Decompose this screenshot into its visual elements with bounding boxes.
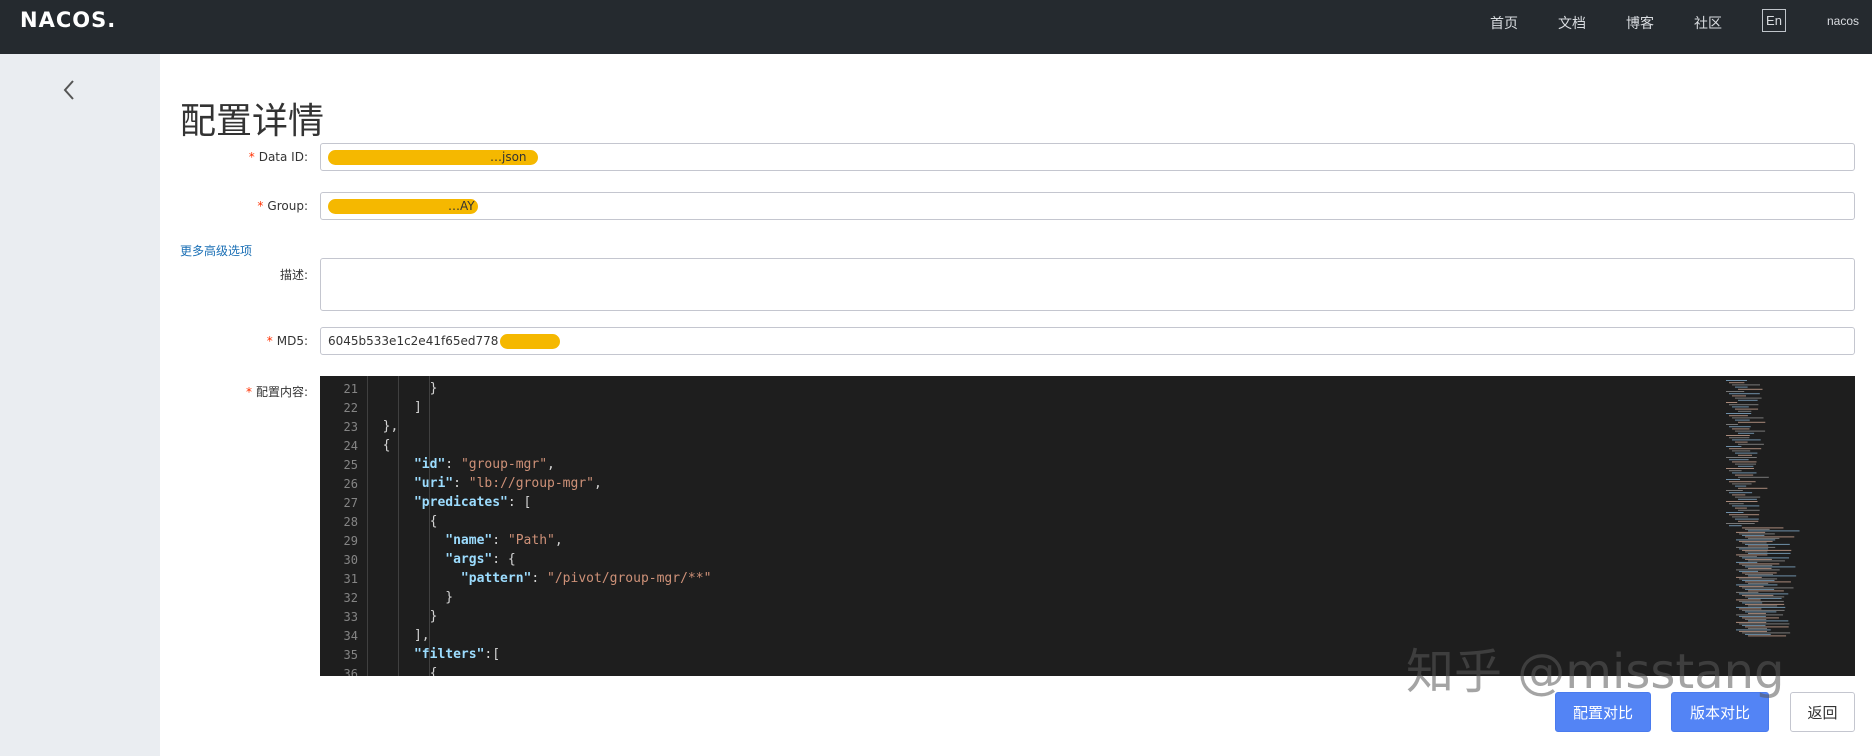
line-number: 25 [343,458,358,472]
code-line: "filters":[ [413,647,501,662]
code-line: "name": "Path", [445,533,563,548]
line-number: 21 [343,382,358,396]
chevron-left-icon[interactable] [58,78,82,102]
line-number: 23 [343,420,358,434]
redaction-mark [500,334,561,349]
description-label: 描述: [279,268,308,282]
code-line: { [367,438,391,453]
line-number-gutter: 21 22 23 24 25 26 27 28 29 30 31 32 33 34 35 36 [320,376,360,676]
data-id-field[interactable]: …json [320,143,1855,171]
line-number: 30 [343,553,358,567]
top-navbar: NACOS. 首页 文档 博客 社区 En nacos [0,0,1872,54]
code-line: "args": { [445,552,516,567]
line-number: 31 [343,572,358,586]
line-number: 33 [343,610,358,624]
language-switch-button[interactable]: En [1762,9,1786,32]
line-number: 29 [343,534,358,548]
line-number: 27 [343,496,358,510]
code-line: "predicates": [ [413,495,532,510]
config-content-editor[interactable]: 21 22 23 24 25 26 27 28 29 30 31 32 33 34 35 36 } ] }, … [320,376,1855,676]
data-id-label: * Data ID: [248,150,308,164]
code-line: }, [367,419,399,434]
line-number: 36 [343,667,358,676]
line-number: 35 [343,648,358,662]
group-label: * Group: [257,199,308,213]
line-number: 34 [343,629,358,643]
line-number: 22 [343,401,358,415]
editor-minimap[interactable] [1720,376,1855,676]
description-textarea[interactable] [320,258,1855,311]
nav-link-home[interactable]: 首页 [1490,13,1518,33]
code-line: } [367,609,438,624]
more-advanced-options-link[interactable]: 更多高级选项 [180,242,252,259]
md5-field[interactable]: 6045b533e1c2e41f65ed778 [320,327,1855,355]
code-line: "pattern": "/pivot/group-mgr/**" [460,571,712,586]
left-sidebar [0,54,160,756]
md5-label: * MD5: [266,334,308,348]
group-field[interactable]: …AY [320,192,1855,220]
code-line: ], [367,628,430,643]
nav-link-community[interactable]: 社区 [1694,13,1722,33]
line-number: 24 [343,439,358,453]
nav-link-blog[interactable]: 博客 [1626,13,1654,33]
code-line: "id": "group-mgr", [413,457,555,472]
config-content-label: * 配置内容: [245,385,308,399]
nacos-logo[interactable]: NACOS. [20,8,116,32]
code-line: ] [367,400,422,415]
watermark-text: 知乎 @misstang [1406,644,1785,700]
current-user[interactable]: nacos [1827,14,1859,28]
code-line: { [367,514,438,529]
code-line: { [367,666,438,676]
line-number: 26 [343,477,358,491]
code-line: } [367,381,438,396]
nav-link-docs[interactable]: 文档 [1558,13,1586,33]
code-line: } [367,590,454,605]
back-button[interactable]: 返回 [1790,692,1855,732]
code-line: "uri": "lb://group-mgr", [413,476,602,491]
page-title: 配置详情 [180,101,325,142]
line-number: 32 [343,591,358,605]
line-number: 28 [343,515,358,529]
